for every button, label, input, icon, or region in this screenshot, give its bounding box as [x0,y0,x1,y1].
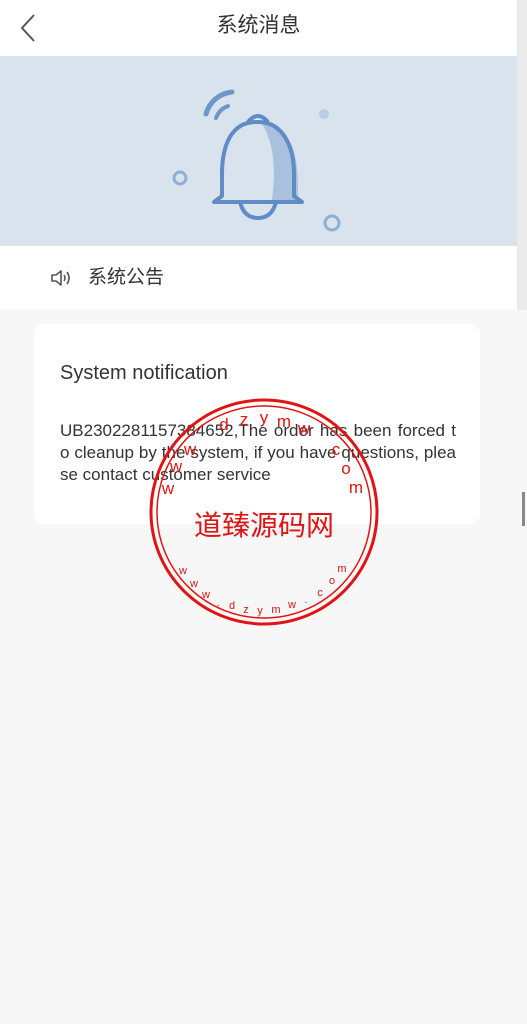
svg-text:w: w [287,599,296,611]
message-title: System notification [60,362,228,384]
top-bar: 系统消息 [0,0,517,56]
svg-text:m: m [337,563,346,575]
message-card[interactable]: System notification UB2302281157384652,T… [34,324,480,524]
svg-text:w: w [201,589,210,601]
svg-text:d: d [229,600,235,612]
edge-strip [517,0,527,310]
scroll-indicator[interactable] [522,492,525,526]
banner [0,56,517,246]
message-body: UB2302281157384652,The order has been fo… [60,421,456,484]
svg-text:c: c [317,587,323,599]
svg-text:o: o [329,575,335,587]
svg-text:w: w [178,565,187,577]
bell-icon [172,89,341,232]
page-title: 系统消息 [216,14,301,37]
speaker-icon [51,270,70,286]
svg-text:w: w [189,578,198,590]
page: 系统消息 系统公告 System notification UB23022811… [0,0,527,1024]
svg-text:y: y [257,605,263,617]
svg-text:m: m [271,604,280,616]
svg-text:.: . [216,597,219,609]
svg-text:z: z [243,604,249,616]
announcement-label: 系统公告 [88,267,165,288]
svg-text:.: . [304,594,307,606]
announcement-row[interactable]: 系统公告 [0,246,517,310]
